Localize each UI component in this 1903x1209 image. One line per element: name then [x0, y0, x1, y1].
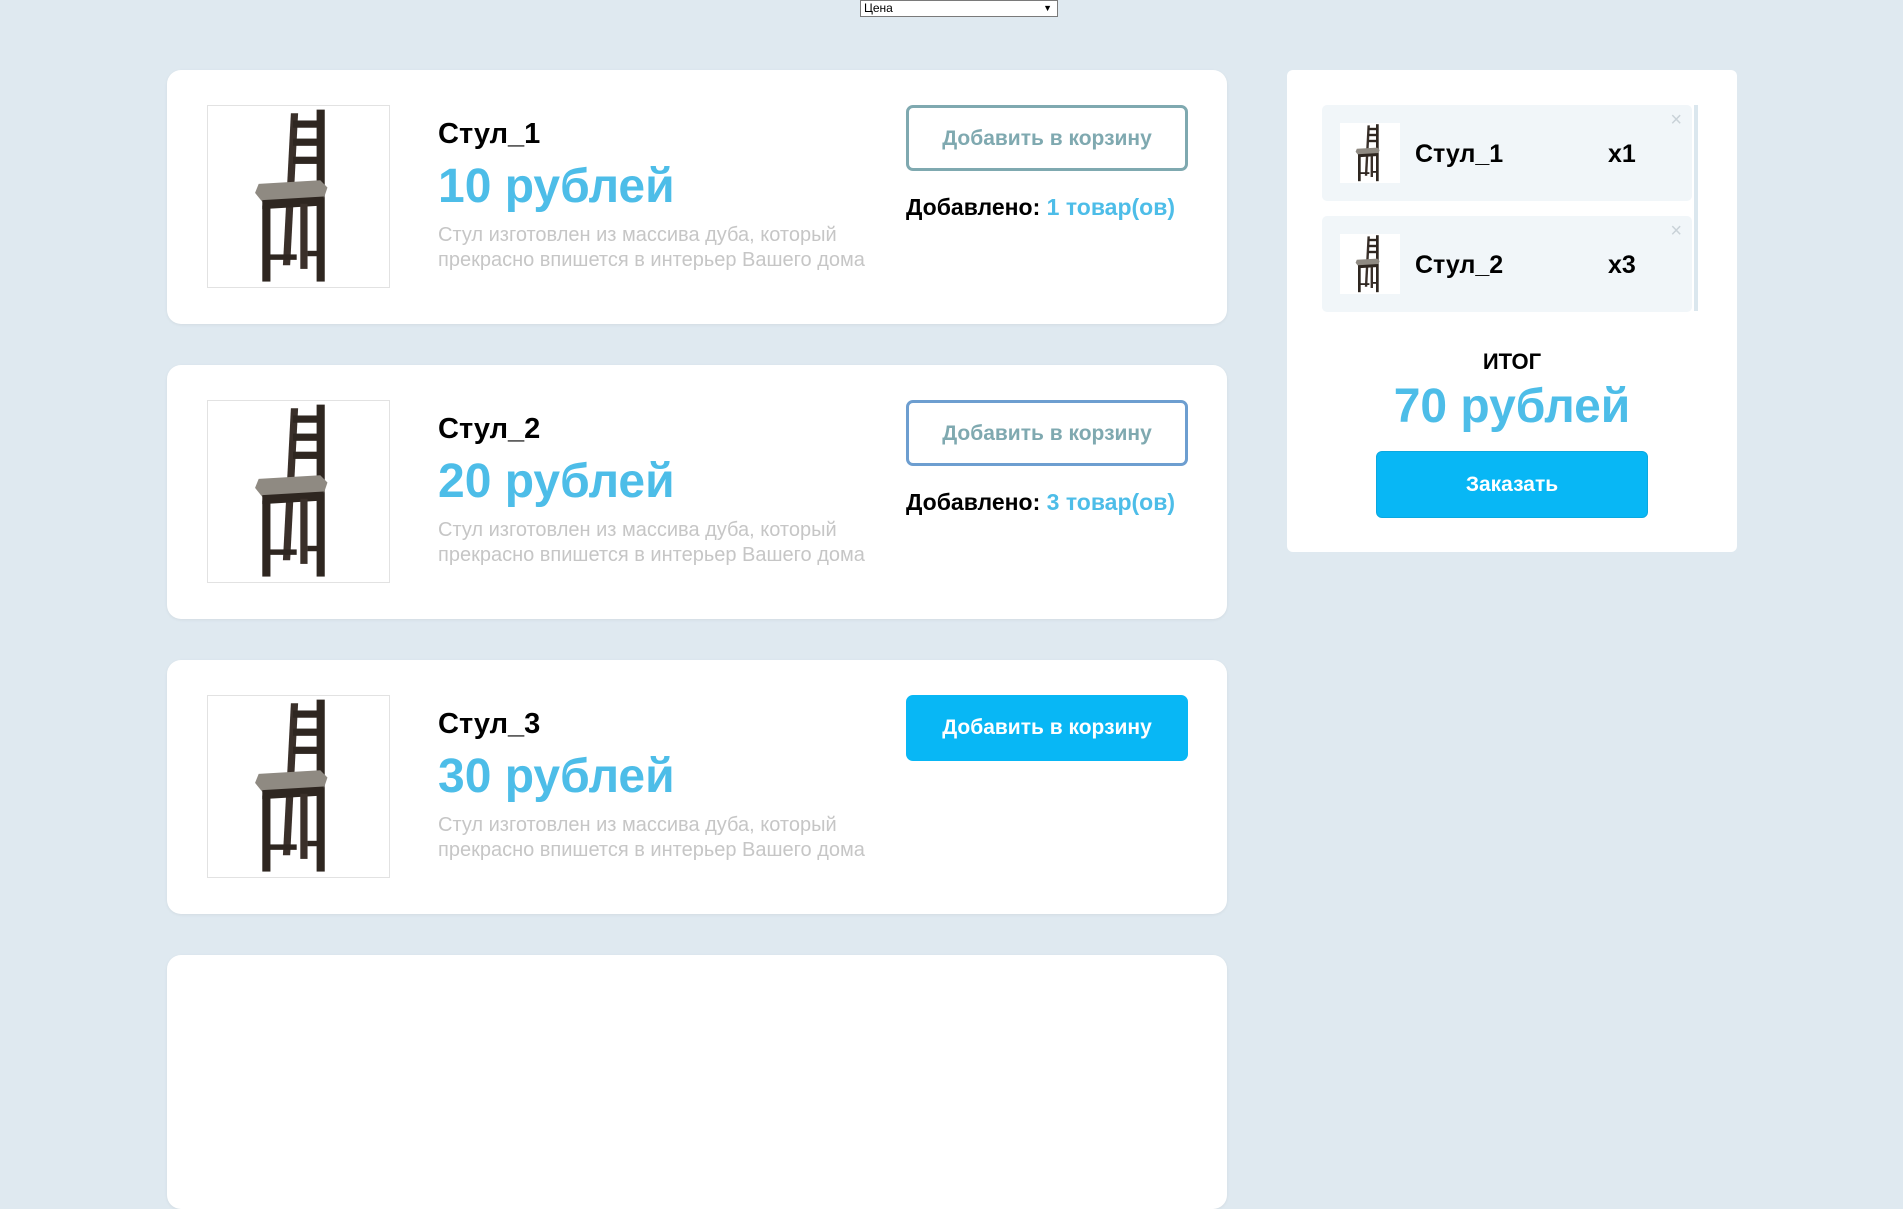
sort-selected-label: Цена [864, 1, 893, 15]
added-count: 3 товар(ов) [1046, 489, 1176, 515]
product-card: Стул_2 20 рублей Стул изготовлен из масс… [167, 365, 1227, 619]
cart-item-qty: x1 [1608, 140, 1636, 168]
product-price: 20 рублей [438, 455, 675, 508]
chair-icon [207, 105, 390, 288]
chair-icon [1340, 234, 1400, 294]
cart-item: Стул_2 x3 × [1322, 216, 1692, 312]
sort-dropdown[interactable]: Цена ▼ [860, 0, 1058, 17]
cart-scrollbar[interactable] [1694, 105, 1698, 311]
cart-item: Стул_1 x1 × [1322, 105, 1692, 201]
product-name: Стул_2 [438, 413, 541, 445]
order-button[interactable]: Заказать [1376, 451, 1648, 518]
chair-icon [1340, 123, 1400, 183]
cart-item-name: Стул_2 [1415, 251, 1504, 279]
add-to-cart-button[interactable]: Добавить в корзину [906, 105, 1188, 171]
added-label: Добавлено: [906, 489, 1041, 515]
chevron-down-icon: ▼ [1043, 3, 1052, 13]
added-count: 1 товар(ов) [1046, 194, 1176, 220]
product-card [167, 955, 1227, 1209]
added-label: Добавлено: [906, 194, 1041, 220]
add-to-cart-button[interactable]: Добавить в корзину [906, 400, 1188, 466]
chair-icon [207, 400, 390, 583]
cart-list: Стул_1 x1 × Стул_2 x3 × [1322, 105, 1698, 312]
product-description: Стул изготовлен из массива дуба, который… [438, 519, 865, 566]
cart-item-qty: x3 [1608, 251, 1636, 279]
product-price: 10 рублей [438, 160, 675, 213]
added-status: Добавлено: 1 товар(ов) [906, 194, 1175, 221]
product-card: Стул_1 10 рублей Стул изготовлен из масс… [167, 70, 1227, 324]
cart-item-name: Стул_1 [1415, 140, 1504, 168]
close-icon[interactable]: × [1670, 110, 1682, 130]
cart-panel: Стул_1 x1 × Стул_2 x3 × ИТОГ 70 рублей З… [1287, 70, 1737, 552]
product-description: Стул изготовлен из массива дуба, который… [438, 224, 865, 271]
total-value: 70 рублей [1393, 380, 1631, 433]
close-icon[interactable]: × [1670, 221, 1682, 241]
product-description: Стул изготовлен из массива дуба, который… [438, 814, 865, 861]
total-label: ИТОГ [1482, 349, 1542, 374]
chair-icon [207, 695, 390, 878]
product-price: 30 рублей [438, 750, 675, 803]
added-status: Добавлено: 3 товар(ов) [906, 489, 1175, 516]
product-name: Стул_1 [438, 118, 541, 150]
product-name: Стул_3 [438, 708, 541, 740]
add-to-cart-button[interactable]: Добавить в корзину [906, 695, 1188, 761]
product-card: Стул_3 30 рублей Стул изготовлен из масс… [167, 660, 1227, 914]
